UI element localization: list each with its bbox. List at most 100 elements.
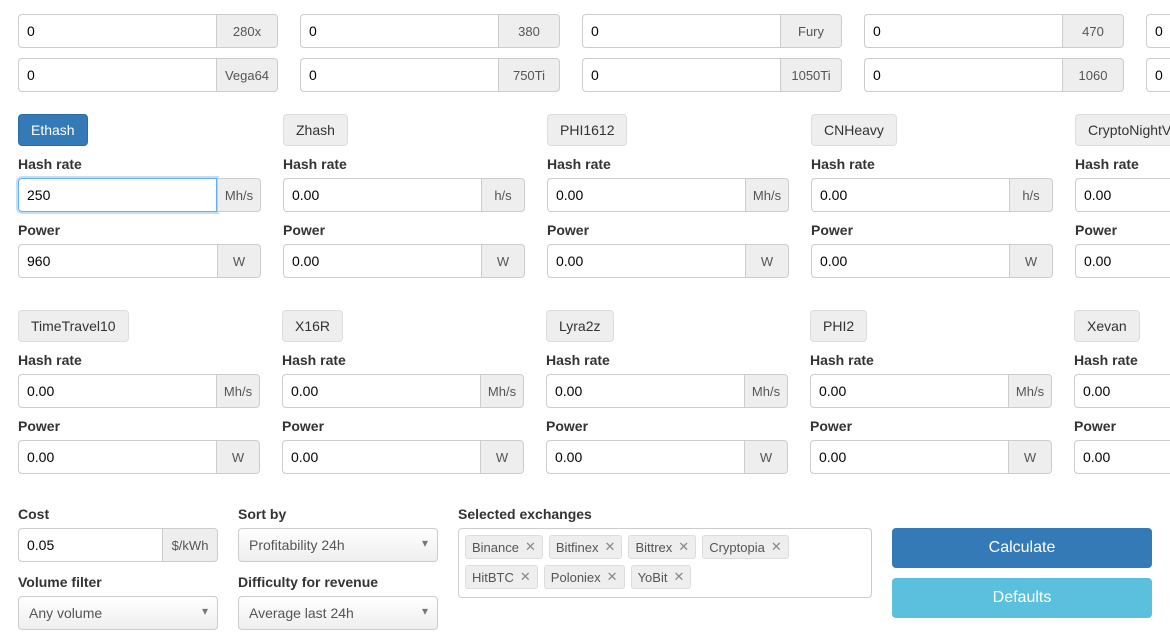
- gpu-cell: 01060: [864, 58, 1124, 92]
- exchange-tag[interactable]: Bittrex ✕: [628, 535, 696, 559]
- volume-filter-select-wrap: Any volume: [18, 596, 218, 630]
- hashrate-input[interactable]: 0.00: [282, 374, 480, 408]
- power-input[interactable]: 0.00: [18, 440, 216, 474]
- hashrate-label: Hash rate: [18, 352, 260, 368]
- exchange-tag[interactable]: Bitfinex✕: [549, 535, 623, 559]
- gpu-model-label: 280x: [216, 14, 278, 48]
- exchange-tag[interactable]: Cryptopia✕: [702, 535, 789, 559]
- cost-input[interactable]: [18, 528, 162, 562]
- hashrate-input[interactable]: 0.00: [547, 178, 745, 212]
- close-icon[interactable]: ✕: [607, 569, 618, 585]
- hashrate-input[interactable]: 0.00: [1075, 178, 1170, 212]
- gpu-count-input[interactable]: 0: [864, 14, 1062, 48]
- gpu-count-input[interactable]: 0: [18, 58, 216, 92]
- algo-button[interactable]: CNHeavy: [811, 114, 897, 146]
- power-label: Power: [1075, 222, 1170, 238]
- algo-button[interactable]: Lyra2z: [546, 310, 614, 342]
- gpu-count-input[interactable]: 0: [582, 58, 780, 92]
- power-input[interactable]: 0.00: [283, 244, 481, 278]
- hashrate-label: Hash rate: [1074, 352, 1170, 368]
- hashrate-input[interactable]: 0.00: [811, 178, 1009, 212]
- exchange-tag[interactable]: Poloniex✕: [544, 565, 625, 589]
- calculate-button[interactable]: Calculate: [892, 528, 1152, 568]
- close-icon[interactable]: ✕: [525, 539, 536, 555]
- gpu-count-input[interactable]: 0: [1146, 14, 1170, 48]
- gpu-model-label: Vega64: [216, 58, 278, 92]
- power-input-group: 0.00W: [546, 440, 788, 474]
- hashrate-input[interactable]: 250: [18, 178, 217, 212]
- hashrate-input-group: 0.00Mh/s: [810, 374, 1052, 408]
- cost-input-group: $/kWh: [18, 528, 218, 562]
- close-icon[interactable]: ✕: [673, 569, 684, 585]
- sort-by-select[interactable]: Profitability 24h: [238, 528, 438, 562]
- algo-button[interactable]: PHI2: [810, 310, 867, 342]
- exchange-tag[interactable]: YoBit✕: [631, 565, 692, 589]
- algo-block: XevanHash rate0.00Mh/sPower0.00W: [1074, 310, 1170, 484]
- gpu-count-input[interactable]: 0: [300, 58, 498, 92]
- exchanges-tags-box[interactable]: Binance✕Bitfinex✕Bittrex✕Cryptopia✕HitBT…: [458, 528, 872, 598]
- gpu-model-label: 1060: [1062, 58, 1124, 92]
- sort-by-label: Sort by: [238, 506, 438, 522]
- power-input[interactable]: 0.00: [282, 440, 480, 474]
- exchange-tag[interactable]: Binance✕: [465, 535, 543, 559]
- gpu-model-label: Fury: [780, 14, 842, 48]
- hashrate-unit: h/s: [1009, 178, 1053, 212]
- power-input[interactable]: 960: [18, 244, 217, 278]
- exchange-tag[interactable]: HitBTC✕: [465, 565, 538, 589]
- power-input[interactable]: 0.00: [811, 244, 1009, 278]
- hashrate-input[interactable]: 0.00: [18, 374, 216, 408]
- action-buttons-col: Calculate Defaults: [892, 528, 1152, 618]
- hashrate-label: Hash rate: [283, 156, 525, 172]
- hashrate-input[interactable]: 0.00: [546, 374, 744, 408]
- power-input-group: 0.00W: [18, 440, 260, 474]
- gpu-cell: 0Fury: [582, 14, 842, 48]
- volume-filter-label: Volume filter: [18, 574, 218, 590]
- power-unit: W: [1008, 440, 1052, 474]
- hashrate-label: Hash rate: [1075, 156, 1170, 172]
- defaults-button[interactable]: Defaults: [892, 578, 1152, 618]
- gpu-model-label: 750Ti: [498, 58, 560, 92]
- algo-button[interactable]: X16R: [282, 310, 343, 342]
- hashrate-input[interactable]: 0.00: [810, 374, 1008, 408]
- hashrate-input[interactable]: 0.00: [1074, 374, 1170, 408]
- power-input[interactable]: 0.00: [1074, 440, 1170, 474]
- gpu-count-input[interactable]: 0: [300, 14, 498, 48]
- exchanges-label: Selected exchanges: [458, 506, 872, 522]
- gpu-count-input[interactable]: 0: [1146, 58, 1170, 92]
- algo-button[interactable]: Xevan: [1074, 310, 1140, 342]
- power-unit: W: [480, 440, 524, 474]
- power-input[interactable]: 0.00: [547, 244, 745, 278]
- gpu-count-input[interactable]: 0: [864, 58, 1062, 92]
- volume-filter-select[interactable]: Any volume: [18, 596, 218, 630]
- power-input[interactable]: 0.00: [1075, 244, 1170, 278]
- sort-by-select-wrap: Profitability 24h: [238, 528, 438, 562]
- gpu-count-input[interactable]: 0: [18, 14, 216, 48]
- power-input-group: 960W: [18, 244, 261, 278]
- power-label: Power: [547, 222, 789, 238]
- algo-button[interactable]: Zhash: [283, 114, 348, 146]
- close-icon[interactable]: ✕: [605, 539, 616, 555]
- exchange-tag-label: Bittrex: [635, 540, 672, 555]
- algo-button[interactable]: Ethash: [18, 114, 88, 146]
- algo-button[interactable]: CryptoNightV7: [1075, 114, 1170, 146]
- gpu-cell: 0750Ti: [300, 58, 560, 92]
- algo-block: CNHeavyHash rate0.00h/sPower0.00W: [811, 114, 1053, 288]
- gpu-count-input[interactable]: 0: [582, 14, 780, 48]
- power-unit: W: [216, 440, 260, 474]
- cost-label: Cost: [18, 506, 218, 522]
- hashrate-input[interactable]: 0.00: [283, 178, 481, 212]
- gpu-model-label: 380: [498, 14, 560, 48]
- power-input-group: 0.00W: [547, 244, 789, 278]
- close-icon[interactable]: ✕: [678, 539, 689, 555]
- close-icon[interactable]: ✕: [771, 539, 782, 555]
- gpu-cell: 01070: [1146, 58, 1170, 92]
- algo-block: ZhashHash rate0.00h/sPower0.00W: [283, 114, 525, 288]
- difficulty-select[interactable]: Average last 24h: [238, 596, 438, 630]
- close-icon[interactable]: ✕: [520, 569, 531, 585]
- algo-button[interactable]: PHI1612: [547, 114, 627, 146]
- power-input[interactable]: 0.00: [546, 440, 744, 474]
- sort-difficulty-col: Sort by Profitability 24h Difficulty for…: [238, 506, 438, 630]
- algo-button[interactable]: TimeTravel10: [18, 310, 129, 342]
- cost-unit: $/kWh: [162, 528, 218, 562]
- power-input[interactable]: 0.00: [810, 440, 1008, 474]
